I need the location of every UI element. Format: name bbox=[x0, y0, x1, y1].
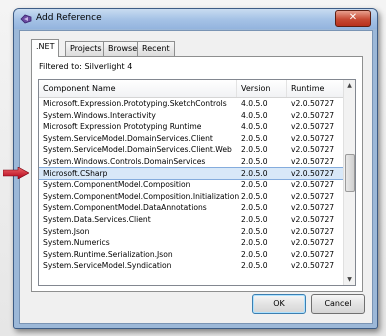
filter-label: Filtered to: Silverlight 4 bbox=[39, 62, 133, 71]
component-name-cell: Microsoft Expression Prototyping Runtime bbox=[43, 122, 202, 132]
tab-projects[interactable]: Projects bbox=[65, 41, 107, 56]
component-name-cell: System.ComponentModel.Composition bbox=[43, 180, 191, 190]
component-name-cell: System.ComponentModel.Composition.Initia… bbox=[43, 191, 240, 201]
list-row[interactable]: System.Numerics 2.0.5.0 v2.0.50727 bbox=[39, 237, 344, 249]
component-name-cell: System.Numerics bbox=[43, 238, 110, 248]
version-cell: 4.0.5.0 bbox=[241, 110, 268, 120]
component-name-cell: System.Windows.Interactivity bbox=[43, 110, 156, 120]
version-cell: 4.0.5.0 bbox=[241, 99, 268, 108]
runtime-cell: v2.0.50727 bbox=[291, 99, 335, 108]
scroll-down-arrow-icon[interactable]: ▼ bbox=[344, 274, 355, 285]
cancel-button[interactable]: Cancel bbox=[311, 294, 365, 314]
list-row[interactable]: System.ServiceModel.DomainServices.Clien… bbox=[39, 144, 344, 156]
version-cell: 2.0.5.0 bbox=[241, 249, 268, 259]
runtime-cell: v2.0.50727 bbox=[291, 145, 335, 155]
runtime-cell: v2.0.50727 bbox=[291, 133, 335, 143]
runtime-cell: v2.0.50727 bbox=[291, 180, 335, 190]
runtime-cell: v2.0.50727 bbox=[291, 191, 335, 201]
component-name-cell: Microsoft.Expression.Prototyping.SketchC… bbox=[43, 99, 227, 108]
runtime-cell: v2.0.50727 bbox=[291, 249, 335, 259]
list-row[interactable]: System.ComponentModel.Composition.Initia… bbox=[39, 191, 344, 203]
component-name-cell: System.Data.Services.Client bbox=[43, 214, 151, 224]
ok-button[interactable]: OK bbox=[252, 294, 306, 314]
close-button[interactable]: ✕ bbox=[335, 10, 371, 27]
list-row[interactable]: System.ServiceModel.Syndication 2.0.5.0 v2… bbox=[39, 260, 344, 272]
version-cell: 2.0.5.0 bbox=[241, 191, 268, 201]
net-tab-panel: Filtered to: Silverlight 4 Component Nam… bbox=[31, 56, 363, 292]
runtime-cell: v2.0.50727 bbox=[291, 203, 335, 213]
list-row[interactable]: System.ServiceModel.DomainServices.Clien… bbox=[39, 133, 344, 145]
tab-net[interactable]: .NET bbox=[31, 39, 60, 57]
component-name-cell: System.ServiceModel.Syndication bbox=[43, 261, 172, 271]
vertical-scrollbar[interactable]: ▲ ▼ bbox=[343, 80, 355, 285]
title-bar[interactable]: Add Reference ✕ bbox=[14, 9, 377, 29]
list-header: Component Name Version Runtime bbox=[39, 80, 344, 98]
version-cell: 2.0.5.0 bbox=[241, 168, 268, 178]
runtime-cell: v2.0.50727 bbox=[291, 214, 335, 224]
version-cell: 2.0.5.0 bbox=[241, 145, 268, 155]
scrollbar-thumb[interactable] bbox=[345, 154, 355, 192]
list-row[interactable]: System.Runtime.Serialization.Json 2.0.5.0… bbox=[39, 249, 344, 261]
version-cell: 2.0.5.0 bbox=[241, 214, 268, 224]
runtime-cell: v2.0.50727 bbox=[291, 261, 335, 271]
runtime-cell: v2.0.50727 bbox=[291, 168, 335, 178]
runtime-cell: v2.0.50727 bbox=[291, 110, 335, 120]
version-cell: 2.0.5.0 bbox=[241, 203, 268, 213]
list-row[interactable]: System.Json 2.0.5.0 v2.0.50727 bbox=[39, 226, 344, 238]
runtime-cell: v2.0.50727 bbox=[291, 156, 335, 166]
component-name-cell: System.Json bbox=[43, 226, 90, 236]
red-pointer-arrow-icon bbox=[3, 167, 29, 179]
version-cell: 2.0.5.0 bbox=[241, 226, 268, 236]
component-name-cell: Microsoft.CSharp bbox=[43, 168, 108, 178]
list-row[interactable]: System.ComponentModel.Composition 2.0.5.0… bbox=[39, 179, 344, 191]
list-rows: Microsoft.Expression.Prototyping.SketchC… bbox=[39, 98, 345, 272]
column-header-component-name[interactable]: Component Name bbox=[39, 80, 237, 97]
list-row[interactable]: System.Data.Services.Client 2.0.5.0 v2.0.5… bbox=[39, 214, 344, 226]
dialog-body: .NET Projects Browse Recent Filtered to:… bbox=[19, 30, 373, 324]
list-row[interactable]: Microsoft Expression Prototyping Runtime… bbox=[39, 121, 344, 133]
component-name-cell: System.ServiceModel.DomainServices.Clien… bbox=[43, 145, 232, 155]
runtime-cell: v2.0.50727 bbox=[291, 226, 335, 236]
version-cell: 2.0.5.0 bbox=[241, 133, 268, 143]
version-cell: 2.0.5.0 bbox=[241, 180, 268, 190]
window-title: Add Reference bbox=[36, 13, 102, 23]
version-cell: 2.0.5.0 bbox=[241, 261, 268, 271]
list-row[interactable]: Microsoft.CSharp 2.0.5.0 v2.0.50727 bbox=[39, 166, 345, 181]
list-row[interactable]: System.ComponentModel.DataAnnotations 2.0… bbox=[39, 202, 344, 214]
runtime-cell: v2.0.50727 bbox=[291, 122, 335, 132]
version-cell: 2.0.5.0 bbox=[241, 238, 268, 248]
component-name-cell: System.ServiceModel.DomainServices.Clien… bbox=[43, 133, 213, 143]
list-row[interactable]: Microsoft.Expression.Prototyping.SketchC… bbox=[39, 98, 344, 110]
scroll-up-arrow-icon[interactable]: ▲ bbox=[344, 80, 355, 91]
column-header-runtime[interactable]: Runtime bbox=[287, 80, 344, 97]
tab-recent[interactable]: Recent bbox=[137, 41, 175, 56]
column-header-version[interactable]: Version bbox=[237, 80, 287, 97]
version-cell: 4.0.5.0 bbox=[241, 122, 268, 132]
component-name-cell: System.ComponentModel.DataAnnotations bbox=[43, 203, 207, 213]
component-name-cell: System.Windows.Controls.DomainServices bbox=[43, 156, 206, 166]
list-row[interactable]: System.Windows.Controls.DomainServices 2.… bbox=[39, 156, 344, 168]
list-row[interactable]: System.Windows.Interactivity 4.0.5.0 v2.0.… bbox=[39, 110, 344, 122]
runtime-cell: v2.0.50727 bbox=[291, 238, 335, 248]
component-list[interactable]: Component Name Version Runtime Microsoft… bbox=[38, 79, 356, 286]
visual-studio-icon bbox=[20, 14, 32, 24]
version-cell: 2.0.5.0 bbox=[241, 156, 268, 166]
component-name-cell: System.Runtime.Serialization.Json bbox=[43, 249, 173, 259]
add-reference-dialog: Add Reference ✕ .NET Projects Browse Rec… bbox=[13, 8, 378, 329]
